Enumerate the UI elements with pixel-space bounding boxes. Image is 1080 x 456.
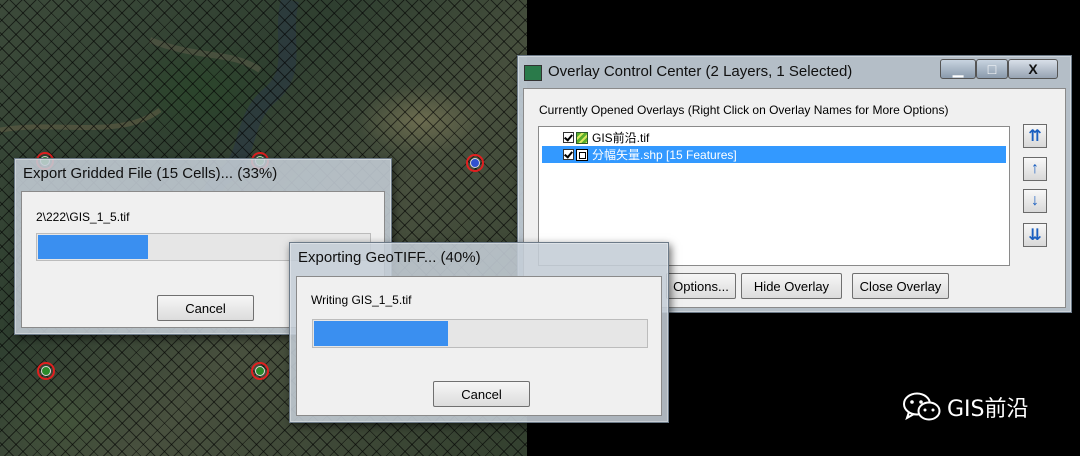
overlays-heading: Currently Opened Overlays (Right Click o… bbox=[539, 103, 949, 117]
move-to-bottom-arrow-icon[interactable]: ⇊ bbox=[1023, 223, 1047, 247]
watermark-text: GIS前沿 bbox=[947, 397, 1029, 422]
map-marker-3[interactable] bbox=[466, 154, 484, 172]
layer-row-raster[interactable]: GIS前沿.tif bbox=[563, 129, 649, 146]
progress-fill bbox=[314, 321, 448, 346]
close-overlay-button[interactable]: Close Overlay bbox=[852, 273, 949, 299]
layer-name: 分幅矢量.shp [15 Features] bbox=[592, 148, 737, 162]
window-title: Overlay Control Center (2 Layers, 1 Sele… bbox=[548, 63, 853, 80]
exporting-geotiff-dialog: Exporting GeoTIFF... (40%) Writing GIS_1… bbox=[289, 242, 669, 423]
progress-fill bbox=[38, 235, 148, 259]
layer-visibility-checkbox[interactable] bbox=[563, 149, 574, 160]
layer-row-vector[interactable]: 分幅矢量.shp [15 Features] bbox=[542, 146, 1006, 163]
layer-visibility-checkbox[interactable] bbox=[563, 132, 574, 143]
vector-layer-icon bbox=[576, 148, 588, 161]
options-button[interactable]: Options... bbox=[666, 273, 736, 299]
dialog-title: Exporting GeoTIFF... (40%) bbox=[298, 249, 481, 266]
map-marker-5[interactable] bbox=[251, 362, 269, 380]
map-marker-4[interactable] bbox=[37, 362, 55, 380]
layer-name: GIS前沿.tif bbox=[592, 131, 650, 145]
hide-overlay-button[interactable]: Hide Overlay bbox=[741, 273, 842, 299]
watermark: GIS前沿 bbox=[903, 391, 1029, 423]
raster-layer-icon bbox=[576, 131, 588, 144]
geotiff-status-text: Writing GIS_1_5.tif bbox=[311, 293, 412, 307]
wechat-icon bbox=[903, 392, 941, 422]
move-down-arrow-icon[interactable]: ↓ bbox=[1023, 189, 1047, 213]
export-file-path: 2\222\GIS_1_5.tif bbox=[36, 210, 130, 224]
minimize-button[interactable]: ▁ bbox=[940, 59, 976, 79]
move-to-top-arrow-icon[interactable]: ⇈ bbox=[1023, 124, 1047, 148]
move-up-arrow-icon[interactable]: ↑ bbox=[1023, 157, 1047, 181]
cancel-button[interactable]: Cancel bbox=[433, 381, 530, 407]
close-window-button[interactable]: X bbox=[1008, 59, 1058, 79]
maximize-button[interactable]: □ bbox=[976, 59, 1008, 79]
cancel-button[interactable]: Cancel bbox=[157, 295, 254, 321]
geotiff-progress-bar bbox=[312, 319, 648, 348]
dialog-title: Export Gridded File (15 Cells)... (33%) bbox=[23, 165, 278, 182]
